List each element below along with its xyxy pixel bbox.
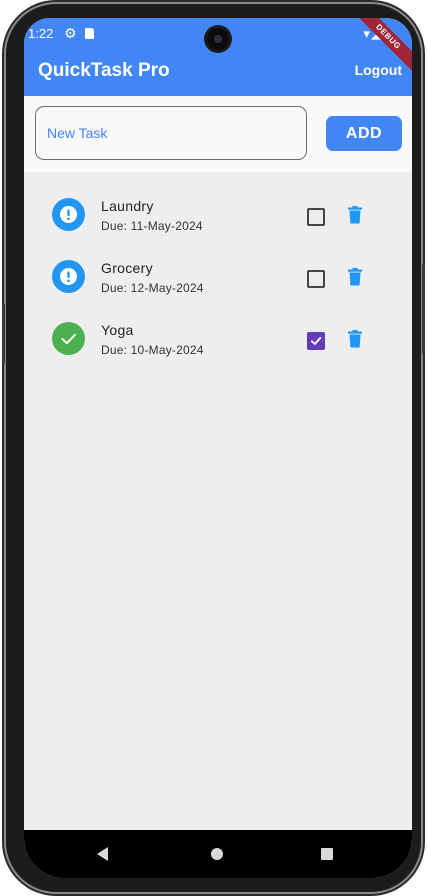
back-triangle-icon[interactable] (97, 847, 108, 861)
logout-button[interactable]: Logout (355, 62, 402, 78)
task-title: Grocery (101, 260, 153, 276)
task-list: Laundry Due: 11-May-2024 Grocery Due: 12… (24, 188, 412, 374)
task-due-date: Due: 10-May-2024 (101, 343, 204, 357)
task-title: Laundry (101, 198, 154, 214)
checkmark-icon (52, 322, 85, 355)
task-due-date: Due: 12-May-2024 (101, 281, 204, 295)
add-task-button[interactable]: ADD (326, 116, 402, 151)
task-complete-checkbox[interactable] (307, 270, 325, 288)
gear-icon: ⚙ (64, 25, 77, 41)
task-title: Yoga (101, 322, 134, 338)
task-due-date: Due: 11-May-2024 (101, 219, 203, 233)
task-item: Yoga Due: 10-May-2024 (24, 312, 412, 374)
front-camera (207, 28, 229, 50)
task-item: Grocery Due: 12-May-2024 (24, 250, 412, 312)
task-complete-checkbox[interactable] (307, 332, 325, 350)
trash-icon[interactable] (347, 206, 363, 224)
status-time: 1:22 (28, 26, 54, 41)
phone-screen: 1:22 ⚙ ▾◢▮ DEBUG QuickTask Pro Logout AD… (24, 18, 412, 878)
app-bar: 1:22 ⚙ ▾◢▮ DEBUG QuickTask Pro Logout (24, 18, 412, 96)
side-button (422, 264, 425, 354)
system-nav-bar (24, 830, 412, 878)
trash-icon[interactable] (347, 330, 363, 348)
recents-square-icon[interactable] (321, 848, 333, 860)
home-circle-icon[interactable] (211, 848, 223, 860)
sd-card-icon (85, 28, 94, 39)
new-task-area: ADD (24, 96, 412, 172)
trash-icon[interactable] (347, 268, 363, 286)
task-item: Laundry Due: 11-May-2024 (24, 188, 412, 250)
exclamation-icon (52, 260, 85, 293)
new-task-input[interactable] (35, 106, 307, 160)
exclamation-icon (52, 198, 85, 231)
side-button (2, 304, 5, 364)
app-title: QuickTask Pro (38, 60, 170, 81)
task-complete-checkbox[interactable] (307, 208, 325, 226)
